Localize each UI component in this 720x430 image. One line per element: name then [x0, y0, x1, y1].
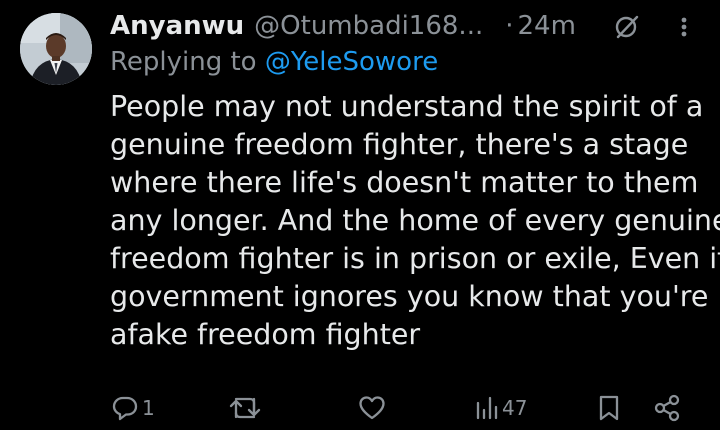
reply-button[interactable]: 1 [110, 393, 155, 423]
post-timestamp[interactable]: 24m [518, 11, 576, 41]
bookmark-icon [599, 395, 619, 421]
replying-to-mention[interactable]: @YeleSowore [265, 47, 438, 77]
repost-button[interactable] [228, 393, 262, 423]
reply-count: 1 [142, 396, 155, 420]
heart-icon [359, 396, 385, 420]
post-body-line: afake freedom fighter [110, 318, 421, 351]
views-count: 47 [502, 396, 528, 420]
post-body-line: freedom fighter is in prison or exile, E… [110, 242, 720, 275]
post-body: People may not understand the spirit of … [110, 88, 720, 354]
author-name[interactable]: Anyanwu [110, 11, 244, 41]
post-body-line: government ignores you know that you're [110, 280, 709, 313]
share-icon [654, 394, 680, 422]
views-button[interactable]: 47 [474, 393, 527, 423]
more-icon[interactable] [674, 12, 694, 42]
replying-to-label: Replying to [110, 47, 257, 77]
separator-dot: · [505, 11, 514, 41]
share-button[interactable] [652, 393, 682, 423]
reply-icon [112, 396, 138, 421]
replying-to: Replying to @YeleSowore [110, 47, 438, 77]
repost-icon [229, 397, 261, 419]
post-body-line: People may not understand the spirit of … [110, 90, 704, 123]
like-button[interactable] [357, 393, 387, 423]
views-icon [476, 396, 498, 420]
post-header: Anyanwu @Otumbadi168... · 24m [110, 6, 670, 46]
grok-icon[interactable] [612, 12, 642, 42]
bookmark-button[interactable] [596, 393, 622, 423]
post-body-line: genuine freedom fighter, there's a stage [110, 128, 689, 161]
avatar-image [20, 13, 92, 85]
post-body-line: any longer. And the home of every genuin… [110, 204, 720, 237]
post-body-line: where there life's doesn't matter to the… [110, 166, 699, 199]
author-handle[interactable]: @Otumbadi168... [254, 11, 483, 41]
avatar[interactable] [20, 13, 92, 85]
